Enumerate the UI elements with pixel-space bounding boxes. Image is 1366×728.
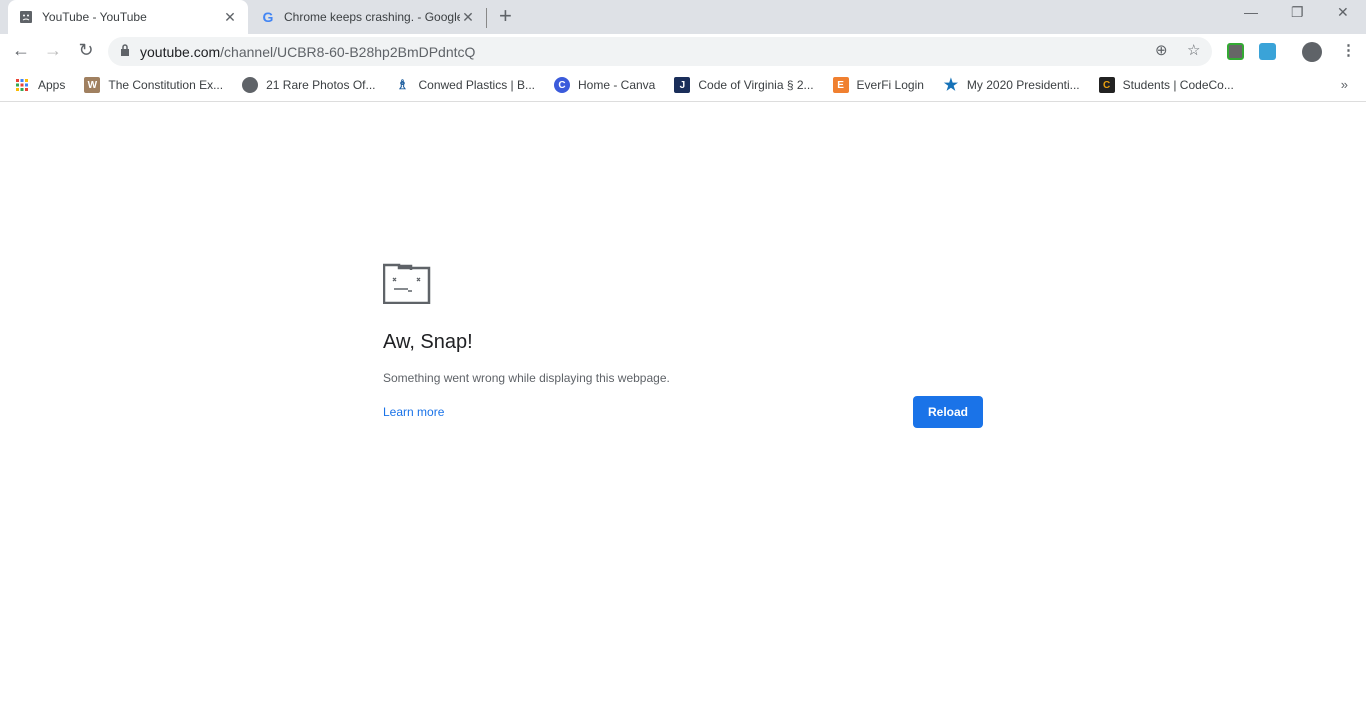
tab-title: YouTube - YouTube [42,10,147,24]
bookmark-conwed[interactable]: ♗ Conwed Plastics | B... [394,77,535,93]
bookmark-label: Students | CodeCo... [1122,78,1234,92]
apps-grid-icon [14,77,30,93]
bookmark-everfi[interactable]: E EverFi Login [832,77,924,93]
canva-icon: C [553,77,570,93]
tab-youtube[interactable]: YouTube - YouTube ✕ [8,0,248,34]
bookmark-label: Home - Canva [577,78,656,92]
minimize-button[interactable]: — [1244,4,1258,20]
bookmark-presidential[interactable]: ★ My 2020 Presidenti... [943,77,1080,94]
star-icon: ★ [943,77,959,94]
restore-button[interactable]: ❐ [1291,4,1304,21]
bookmark-rare-photos[interactable]: 21 Rare Photos Of... [242,77,375,93]
j-icon: J [674,77,691,93]
reload-icon[interactable]: ↻ [75,40,97,61]
sad-page-icon [18,9,34,25]
sad-folder-icon [382,262,983,307]
constitution-icon: W [84,77,101,93]
close-tab-icon[interactable]: ✕ [460,9,476,26]
codecombat-icon: C [1098,77,1115,93]
url-domain: youtube.com [140,43,221,60]
bbb-icon: ♗ [396,77,409,92]
tab-google[interactable]: G Chrome keeps crashing. - Google ✕ [250,0,486,34]
back-button[interactable]: ← [10,40,32,61]
menu-kebab-icon[interactable]: ⋮ [1341,41,1356,59]
extension-print-icon[interactable] [1227,43,1244,60]
bookmark-label: 21 Rare Photos Of... [266,78,376,92]
error-message: Something went wrong while displaying th… [383,371,670,385]
tab-strip: YouTube - YouTube ✕ G Chrome keeps crash… [0,0,1366,34]
bookmark-apps[interactable]: Apps [14,77,65,93]
bookmark-label: The Constitution Ex... [108,78,224,92]
error-page: Aw, Snap! Something went wrong while dis… [382,262,983,428]
bookmark-label: My 2020 Presidenti... [966,78,1080,92]
bookmark-label: Code of Virginia § 2... [698,78,814,92]
tab-divider [486,8,487,28]
close-window-button[interactable]: ✕ [1337,4,1349,21]
bookmark-star-icon[interactable]: ☆ [1187,41,1200,59]
tab-title: Chrome keeps crashing. - Google [284,10,460,24]
profile-avatar-icon[interactable] [1302,42,1322,62]
bookmark-canva[interactable]: C Home - Canva [553,77,656,93]
more-bookmarks-icon[interactable]: » [1341,77,1348,92]
bookmarks-bar: Apps W The Constitution Ex... 21 Rare Pho… [0,69,1366,102]
forward-button[interactable]: → [42,40,64,61]
extension-cloud-icon[interactable] [1259,43,1276,60]
globe-icon [242,77,259,93]
bookmark-codecombat[interactable]: C Students | CodeCo... [1098,77,1234,93]
zoom-icon[interactable]: ⊕ [1155,41,1168,59]
everfi-icon: E [832,77,849,93]
bookmark-label: Conwed Plastics | B... [418,78,535,92]
url-path: /channel/UCBR8-60-B28hp2BmDPdntcQ [220,43,476,60]
bookmark-code-virginia[interactable]: J Code of Virginia § 2... [674,77,814,93]
lock-icon [120,44,130,59]
address-bar[interactable]: youtube.com/channel/UCBR8-60-B28hp2BmDPd… [108,37,1212,66]
new-tab-button[interactable]: + [499,5,512,27]
google-icon: G [262,9,274,25]
bookmark-constitution[interactable]: W The Constitution Ex... [84,77,223,93]
bookmark-label: EverFi Login [856,78,924,92]
error-title: Aw, Snap! [383,331,473,353]
close-tab-icon[interactable]: ✕ [222,9,238,26]
bookmark-label: Apps [38,78,66,92]
toolbar: ← → ↻ youtube.com/channel/UCBR8-60-B28hp… [0,34,1366,69]
learn-more-link[interactable]: Learn more [383,405,444,419]
reload-button[interactable]: Reload [913,396,983,428]
